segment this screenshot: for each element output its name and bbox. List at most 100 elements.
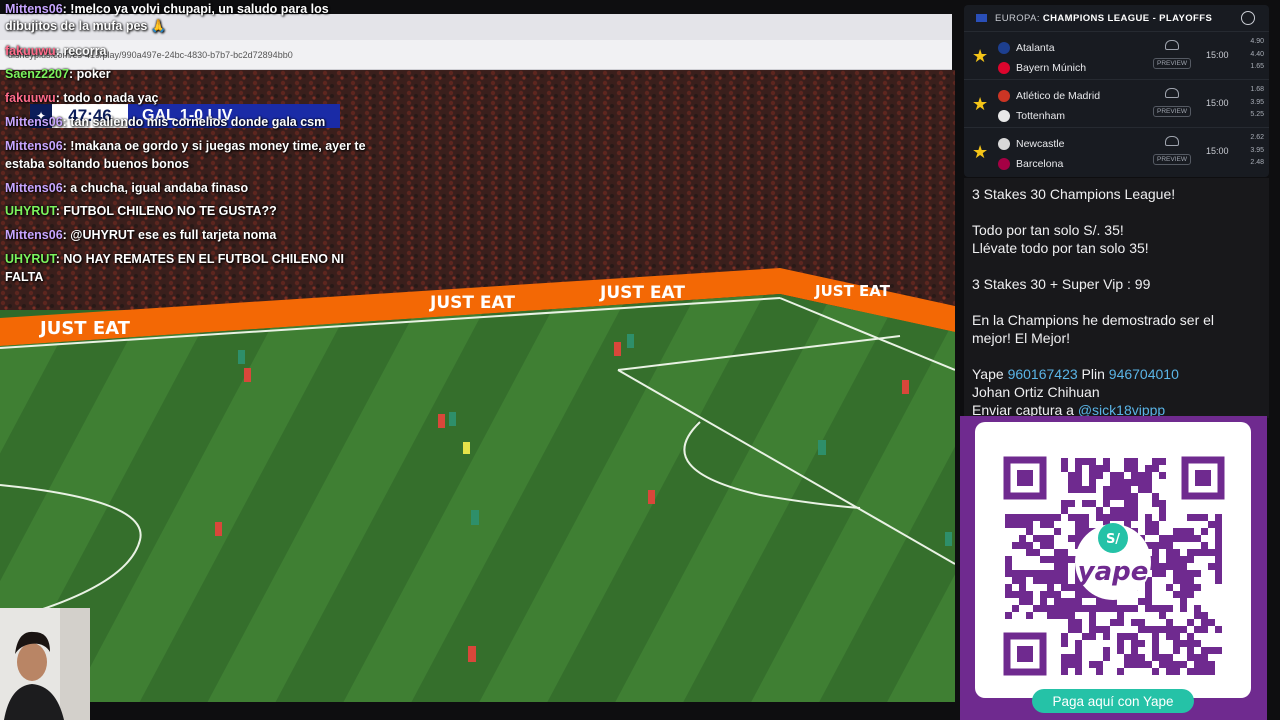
soccer-ball-icon[interactable] xyxy=(1241,11,1255,25)
chat-username[interactable]: Mittens06 xyxy=(5,139,63,153)
qr-module xyxy=(1145,591,1152,598)
match-odds: 1.68 3.95 5.25 xyxy=(1242,84,1264,122)
match-row[interactable]: ★ Atlético de Madrid Tottenham PREVIEW 1… xyxy=(964,79,1269,127)
qr-module xyxy=(1075,458,1082,465)
qr-module xyxy=(1152,647,1159,654)
qr-module xyxy=(1061,458,1068,465)
chat-username[interactable]: fakuuwu xyxy=(5,44,56,58)
match-row[interactable]: ★ Atalanta Bayern Múnich PREVIEW 15:00 4… xyxy=(964,31,1269,79)
qr-module xyxy=(1173,640,1180,647)
odd-away[interactable]: 2.48 xyxy=(1242,157,1264,170)
away-team: Barcelona xyxy=(998,158,1063,170)
qr-module xyxy=(1194,605,1201,612)
qr-module xyxy=(1061,465,1068,472)
qr-module xyxy=(1117,493,1124,500)
qr-module xyxy=(1138,661,1145,668)
qr-module xyxy=(1061,598,1068,605)
qr-module xyxy=(1187,668,1194,675)
qr-module xyxy=(1138,640,1145,647)
chat-username[interactable]: Mittens06 xyxy=(5,2,63,16)
qr-module xyxy=(1159,535,1166,542)
qr-module xyxy=(1103,465,1110,472)
qr-code[interactable]: S/ yape xyxy=(975,422,1251,698)
tv-icon[interactable] xyxy=(1165,88,1179,98)
qr-module xyxy=(1103,647,1110,654)
star-icon[interactable]: ★ xyxy=(972,94,988,115)
qr-module xyxy=(1187,591,1194,598)
qr-module xyxy=(1075,472,1082,479)
preview-button[interactable]: PREVIEW xyxy=(1153,58,1191,69)
qr-module xyxy=(1152,458,1159,465)
qr-module xyxy=(1131,507,1138,514)
qr-module xyxy=(1075,661,1082,668)
qr-module xyxy=(1082,500,1089,507)
qr-module xyxy=(1096,507,1103,514)
match-time: 15:00 xyxy=(1206,146,1229,156)
qr-module xyxy=(1173,570,1180,577)
qr-module xyxy=(1180,584,1187,591)
qr-module xyxy=(1201,626,1208,633)
qr-module xyxy=(1012,514,1019,521)
qr-module xyxy=(1047,521,1054,528)
odd-home[interactable]: 4.90 xyxy=(1242,36,1264,49)
qr-module xyxy=(1173,647,1180,654)
qr-module xyxy=(1089,458,1096,465)
qr-module xyxy=(1082,514,1089,521)
chat-username[interactable]: Mittens06 xyxy=(5,181,63,195)
qr-module xyxy=(1208,668,1215,675)
yape-panel: S/ yape Paga aquí con Yape xyxy=(960,416,1267,720)
pay-with-yape-button[interactable]: Paga aquí con Yape xyxy=(1032,689,1194,713)
qr-module xyxy=(1082,486,1089,493)
chat-username[interactable]: Mittens06 xyxy=(5,228,63,242)
chat-username[interactable]: UHYRUT xyxy=(5,252,56,266)
chat-message: Mittens06: a chucha, igual andaba finaso xyxy=(5,179,375,197)
odd-home[interactable]: 2.62 xyxy=(1242,132,1264,145)
qr-module xyxy=(1075,486,1082,493)
qr-module xyxy=(1152,605,1159,612)
qr-module xyxy=(1152,654,1159,661)
qr-module xyxy=(1089,612,1096,619)
star-icon[interactable]: ★ xyxy=(972,142,988,163)
qr-module xyxy=(1096,472,1103,479)
preview-button[interactable]: PREVIEW xyxy=(1153,106,1191,117)
odd-draw[interactable]: 4.40 xyxy=(1242,49,1264,62)
qr-module xyxy=(1110,486,1117,493)
chat-username[interactable]: UHYRUT xyxy=(5,204,56,218)
qr-module xyxy=(1040,521,1047,528)
tv-icon[interactable] xyxy=(1165,40,1179,50)
qr-module xyxy=(1089,605,1096,612)
qr-module xyxy=(1026,514,1033,521)
yape-number-link[interactable]: 960167423 xyxy=(1008,366,1078,382)
qr-module xyxy=(1215,563,1222,570)
qr-module xyxy=(1145,521,1152,528)
qr-module xyxy=(1215,647,1222,654)
tv-icon[interactable] xyxy=(1165,136,1179,146)
odd-draw[interactable]: 3.95 xyxy=(1242,97,1264,110)
odd-home[interactable]: 1.68 xyxy=(1242,84,1264,97)
qr-module xyxy=(1096,465,1103,472)
qr-module xyxy=(1201,661,1208,668)
qr-module xyxy=(1187,640,1194,647)
chat-username[interactable]: fakuuwu xyxy=(5,91,56,105)
match-row[interactable]: ★ Newcastle Barcelona PREVIEW 15:00 2.62… xyxy=(964,127,1269,175)
chat-username[interactable]: Mittens06 xyxy=(5,115,63,129)
qr-module xyxy=(1103,500,1110,507)
qr-module xyxy=(1173,577,1180,584)
chat-text: NO HAY REMATES EN EL FUTBOL CHILENO NI xyxy=(63,252,344,266)
qr-module xyxy=(1187,528,1194,535)
preview-button[interactable]: PREVIEW xyxy=(1153,154,1191,165)
qr-module xyxy=(1005,521,1012,528)
qr-module xyxy=(1194,535,1201,542)
star-icon[interactable]: ★ xyxy=(972,46,988,67)
promo-line: Llévate todo por tan solo 35! xyxy=(972,240,1149,256)
qr-module xyxy=(1019,514,1026,521)
odd-draw[interactable]: 3.95 xyxy=(1242,145,1264,158)
qr-module xyxy=(1173,549,1180,556)
chat-username[interactable]: Saenz2207 xyxy=(5,67,69,81)
qr-module xyxy=(1180,598,1187,605)
odd-away[interactable]: 1.65 xyxy=(1242,61,1264,74)
qr-module xyxy=(1208,549,1215,556)
plin-number-link[interactable]: 946704010 xyxy=(1109,366,1179,382)
odd-away[interactable]: 5.25 xyxy=(1242,109,1264,122)
qr-module xyxy=(1047,605,1054,612)
